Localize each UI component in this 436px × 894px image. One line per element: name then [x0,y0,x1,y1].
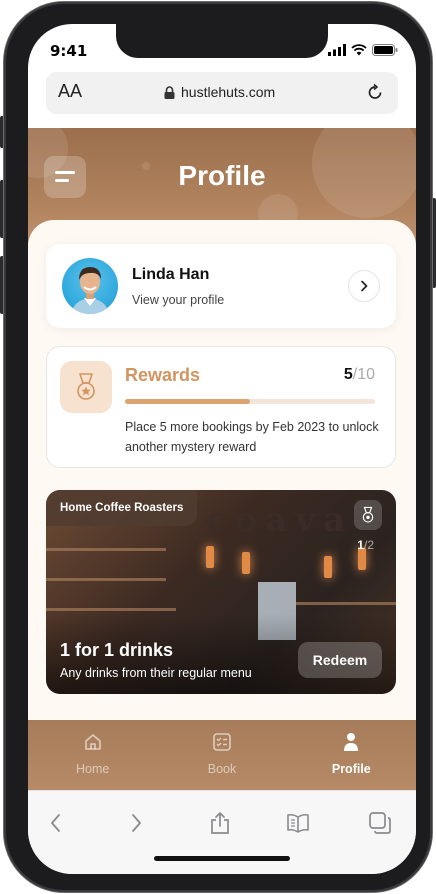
text-size-button[interactable]: AA [58,81,82,102]
share-icon [211,812,229,834]
reload-icon [368,83,382,99]
offer-subtitle: Any drinks from their regular menu [60,666,252,680]
tabs-button[interactable] [366,809,394,837]
tab-home-label: Home [75,762,110,776]
forward-button[interactable] [122,809,150,837]
share-button[interactable] [206,809,234,837]
offer-page-current: 1 [357,538,364,552]
cafe-sign: coava [206,500,354,540]
rewards-card[interactable]: Rewards 5/10 Place 5 more bookings by Fe… [46,346,396,468]
rewards-count: 5/10 [344,366,375,384]
offer-page-indicator: 1/2 [357,538,374,552]
tab-book-label: Book [207,762,237,776]
profile-subtitle: View your profile [132,293,225,307]
bookmarks-button[interactable] [284,809,312,837]
profile-name: Linda Han [132,266,210,283]
lock-icon [164,85,175,99]
notch [116,24,328,58]
power-button [432,198,436,288]
checklist-icon [213,733,231,751]
url-display[interactable]: hustlehuts.com [164,84,275,100]
cafe-lamp [206,546,214,568]
medal-icon [77,373,95,400]
cafe-shelf [46,548,166,551]
screen: 9:41 AA hustlehuts.com Profile Linda Han… [28,24,416,874]
status-bar: 9:41 [28,24,416,68]
back-button[interactable] [42,809,70,837]
home-icon [84,734,101,750]
wifi-icon [351,44,367,56]
forward-icon [132,814,141,832]
bookmarks-icon [287,813,309,833]
cafe-lamp [324,556,332,578]
offer-page-total: /2 [363,538,374,552]
rewards-current: 5 [343,366,353,383]
text-size-label: AA [58,81,83,101]
cafe-shelf [46,608,176,611]
cafe-shelf [296,602,396,605]
tab-book[interactable]: Book [157,720,286,790]
page-title: Profile [178,160,266,191]
shop-name-tag: Home Coffee Roasters [46,490,198,526]
rewards-description: Place 5 more bookings by Feb 2023 to unl… [125,420,379,454]
chevron-right-icon [361,280,368,292]
tab-profile-label: Profile [331,762,371,776]
profile-open-button[interactable] [348,270,380,302]
rewards-progress-fill [125,399,250,404]
phone-frame: 9:41 AA hustlehuts.com Profile Linda Han… [4,2,432,892]
offer-title: 1 for 1 drinks [60,640,174,660]
battery-icon [372,44,398,56]
tab-home[interactable]: Home [28,720,157,790]
user-icon [344,733,359,751]
redeem-button[interactable]: Redeem [298,642,382,678]
back-icon [51,814,60,832]
cafe-lamp [242,552,250,574]
cellular-signal-icon [328,44,346,56]
offer-medal-badge [354,500,382,530]
profile-card[interactable]: Linda Han View your profile [46,244,396,328]
tab-profile[interactable]: Profile [287,720,416,790]
tabs-icon [369,812,391,834]
status-time: 9:41 [50,42,88,60]
app-tab-bar: Home Book Profile [28,720,416,790]
rewards-progress-bar [125,399,375,404]
medal-icon [362,506,374,523]
home-indicator[interactable] [154,856,290,861]
reload-button[interactable] [366,83,384,105]
offer-card[interactable]: coava Home Coffee Roasters 1/2 1 for 1 d… [46,490,396,694]
status-icons [328,44,398,56]
browser-toolbar [28,790,416,874]
content-sheet: Linda Han View your profile Rewards 5/10… [28,220,416,740]
address-bar[interactable]: AA hustlehuts.com [46,72,398,114]
rewards-total: 10 [357,366,375,383]
rewards-title: Rewards [125,365,201,385]
url-text: hustlehuts.com [181,84,276,100]
avatar [62,258,118,314]
cafe-shelf [46,578,166,581]
reward-icon-tile [60,361,112,413]
